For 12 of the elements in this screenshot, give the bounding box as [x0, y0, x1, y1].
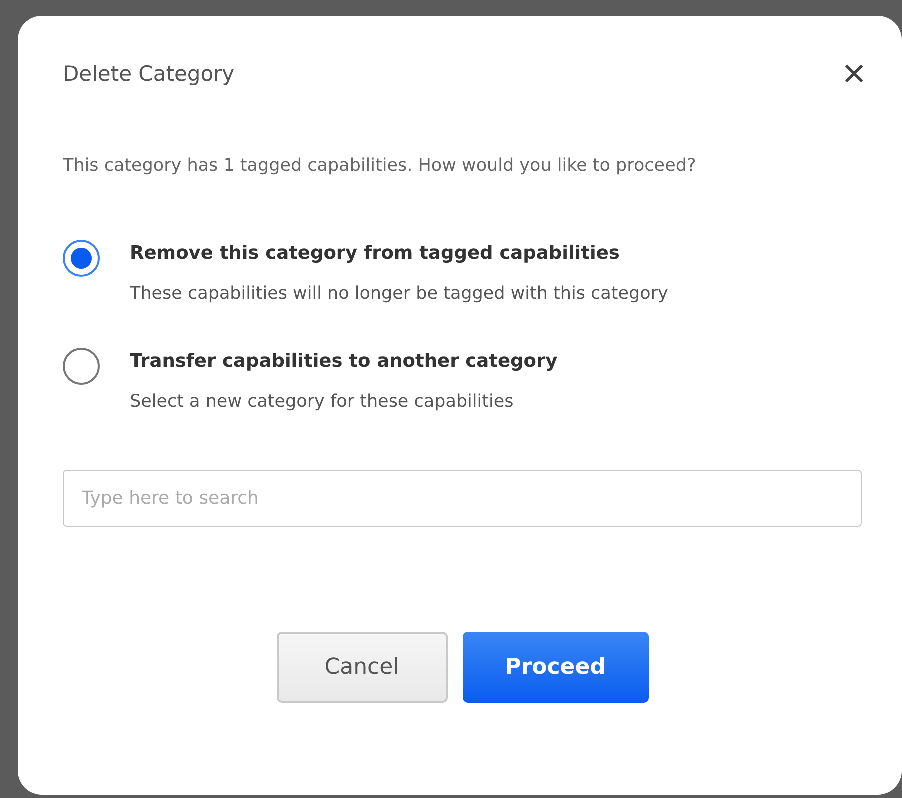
- radio-button[interactable]: [63, 240, 100, 277]
- search-field[interactable]: Type here to search: [63, 470, 862, 527]
- option-label: Transfer capabilities to another category: [130, 350, 558, 374]
- option-description: Select a new category for these capabilities: [130, 391, 515, 414]
- radio-button[interactable]: [63, 348, 100, 385]
- proceed-button[interactable]: Proceed: [462, 632, 648, 703]
- dialog-title: Delete Category: [63, 62, 235, 86]
- option-label: Remove this category from tagged capabilities: [130, 242, 621, 266]
- message-text: This category has 1 tagged capabilities. How would you like to proceed?: [63, 155, 698, 178]
- cancel-button[interactable]: Cancel: [276, 632, 448, 703]
- option-description: These capabilities will no longer be tagged with this category: [130, 283, 668, 306]
- close-button[interactable]: ×: [842, 56, 866, 92]
